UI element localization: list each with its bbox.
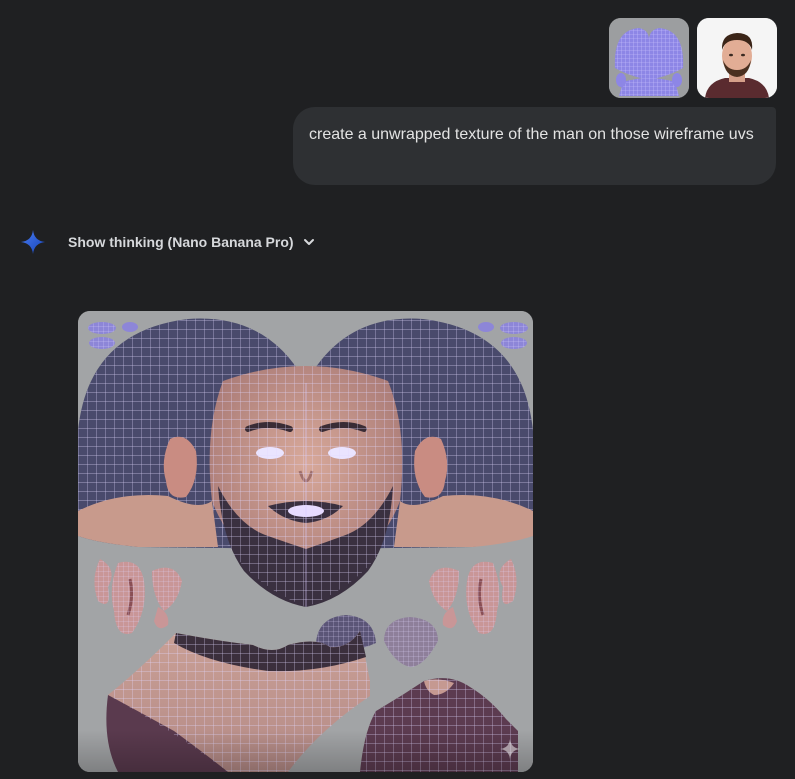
model-response-header: Show thinking (Nano Banana Pro) [20,228,316,256]
uv-wireframe-thumbnail-icon [609,18,689,98]
user-message-text: create a unwrapped texture of the man on… [309,126,754,143]
chat-page: create a unwrapped texture of the man on… [0,0,795,779]
chevron-down-icon [303,239,314,245]
copy-icon[interactable] [216,117,232,133]
show-thinking-label: Show thinking (Nano Banana Pro) [68,234,294,250]
show-thinking-toggle[interactable]: Show thinking (Nano Banana Pro) [68,234,316,250]
image-bottom-shade [78,730,533,772]
portrait-photo-thumbnail-icon [697,18,777,98]
message-actions [216,117,270,133]
sparkle-watermark-icon [500,739,520,759]
generated-uv-texture-image[interactable] [78,311,533,772]
user-message-bubble: create a unwrapped texture of the man on… [293,107,776,185]
edit-icon[interactable] [254,117,270,133]
man-portrait-attachment[interactable] [697,18,777,98]
uv-wireframe-attachment[interactable] [609,18,689,98]
sparkle-icon [21,230,45,254]
uv-texture-illustration [78,311,533,772]
